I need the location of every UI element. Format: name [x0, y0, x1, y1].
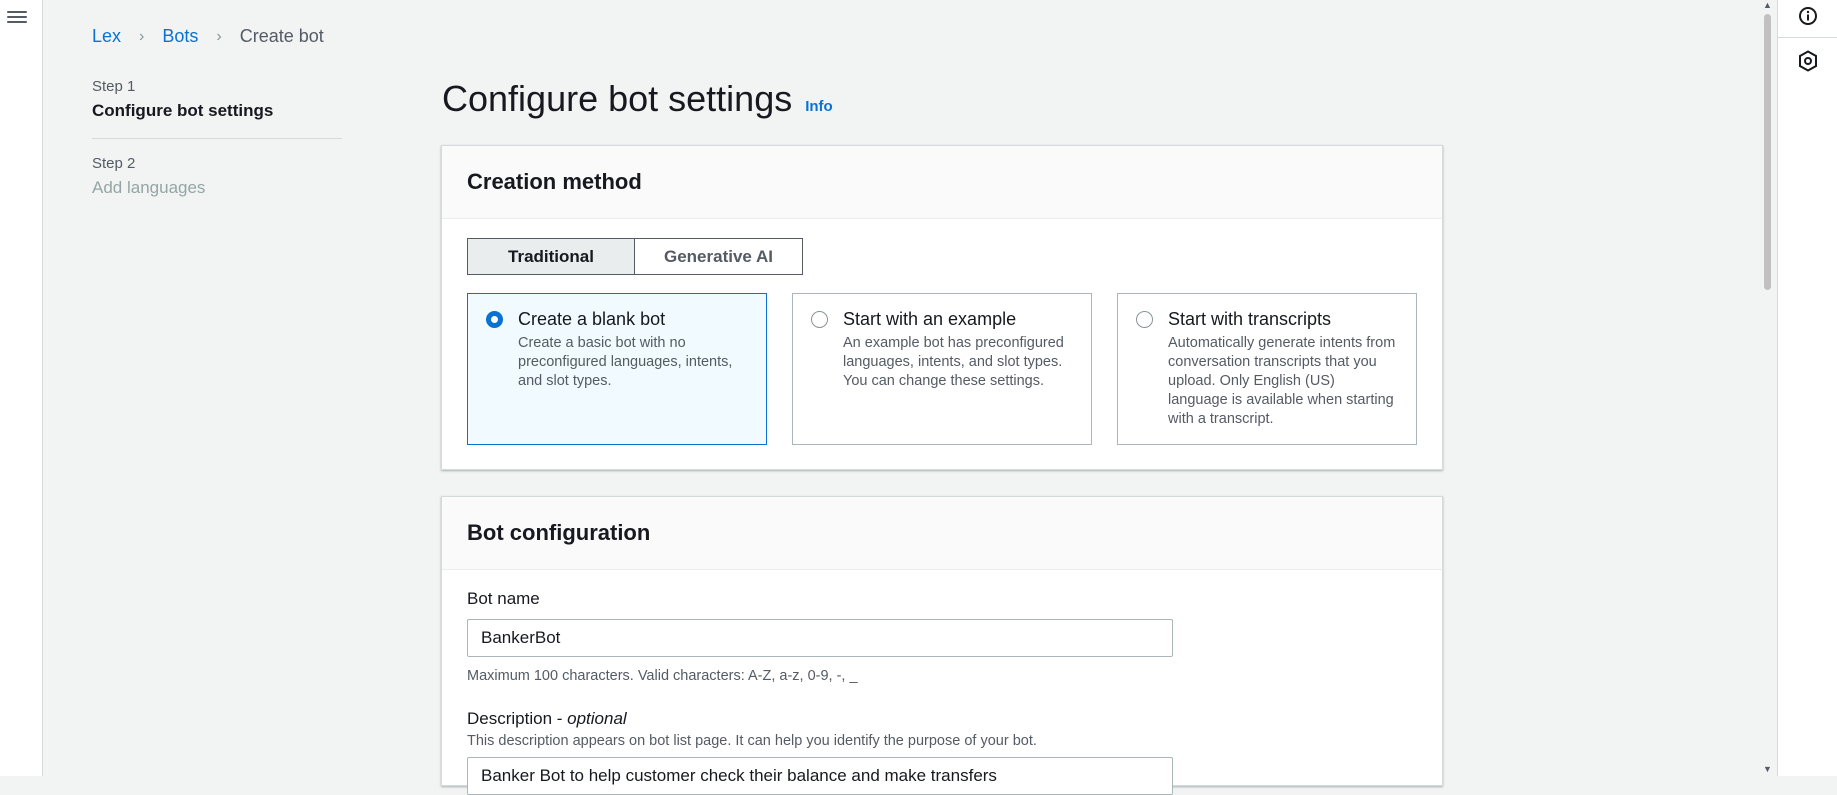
description-input[interactable]	[467, 757, 1173, 795]
description-label-text: Description -	[467, 709, 568, 728]
creation-options: Create a blank bot Create a basic bot wi…	[467, 293, 1417, 445]
hamburger-menu-icon[interactable]	[7, 8, 27, 28]
page-scrollbar[interactable]: ▲ ▼	[1759, 0, 1776, 776]
bot-name-input[interactable]	[467, 619, 1173, 657]
wizard-steps: Step 1 Configure bot settings Step 2 Add…	[92, 78, 342, 198]
scroll-up-arrow-icon[interactable]: ▲	[1763, 0, 1772, 10]
tools-rail	[1777, 0, 1837, 776]
page-title-row: Configure bot settings Info	[442, 78, 833, 120]
description-label: Description - optional	[467, 709, 627, 729]
option-description: Create a basic bot with no preconfigured…	[518, 335, 733, 389]
bot-name-label: Bot name	[467, 589, 540, 608]
breadcrumb-separator-icon: ›	[139, 27, 145, 45]
tab-traditional[interactable]: Traditional	[467, 238, 635, 275]
info-panel-icon[interactable]	[1798, 6, 1818, 26]
info-link[interactable]: Info	[805, 98, 833, 115]
tools-panel-icon[interactable]	[1798, 50, 1818, 72]
radio-unselected-icon[interactable]	[1136, 311, 1153, 328]
option-title: Create a blank bot	[518, 309, 666, 329]
creation-method-panel: Creation method Traditional Generative A…	[441, 145, 1443, 470]
option-title: Start with an example	[843, 309, 1017, 329]
page-title: Configure bot settings	[442, 78, 793, 119]
creation-method-segmented-control: Traditional Generative AI	[467, 238, 803, 275]
scroll-down-arrow-icon[interactable]: ▼	[1763, 764, 1772, 774]
step-1-label: Step 1	[92, 78, 136, 95]
option-blank-bot[interactable]: Create a blank bot Create a basic bot wi…	[467, 293, 767, 445]
bot-configuration-panel: Bot configuration Bot name Maximum 100 c…	[441, 496, 1443, 795]
step-2-title: Add languages	[92, 178, 206, 197]
breadcrumb: Lex › Bots › Create bot	[92, 26, 324, 47]
option-example-bot[interactable]: Start with an example An example bot has…	[792, 293, 1092, 445]
option-description: Automatically generate intents from conv…	[1168, 335, 1396, 427]
step-divider	[92, 138, 342, 139]
option-title: Start with transcripts	[1168, 309, 1332, 329]
option-description: An example bot has preconfigured languag…	[843, 335, 1064, 389]
step-2-label: Step 2	[92, 155, 136, 172]
scrollbar-thumb[interactable]	[1764, 14, 1771, 290]
breadcrumb-bots-link[interactable]: Bots	[162, 26, 198, 47]
breadcrumb-lex-link[interactable]: Lex	[92, 26, 121, 47]
rail-divider	[1778, 37, 1837, 38]
tab-generative-ai[interactable]: Generative AI	[635, 238, 803, 275]
breadcrumb-current: Create bot	[239, 26, 324, 46]
step-1-title: Configure bot settings	[92, 101, 274, 120]
description-hint: This description appears on bot list pag…	[467, 733, 1037, 749]
radio-selected-icon[interactable]	[486, 311, 503, 328]
left-navigation-rail	[0, 0, 43, 776]
bot-name-hint: Maximum 100 characters. Valid characters…	[467, 668, 858, 684]
bot-configuration-header: Bot configuration	[442, 497, 1442, 570]
option-transcripts[interactable]: Start with transcripts Automatically gen…	[1117, 293, 1417, 445]
creation-method-header: Creation method	[442, 146, 1442, 219]
optional-tag: optional	[567, 709, 627, 728]
breadcrumb-separator-icon: ›	[216, 27, 222, 45]
radio-unselected-icon[interactable]	[811, 311, 828, 328]
